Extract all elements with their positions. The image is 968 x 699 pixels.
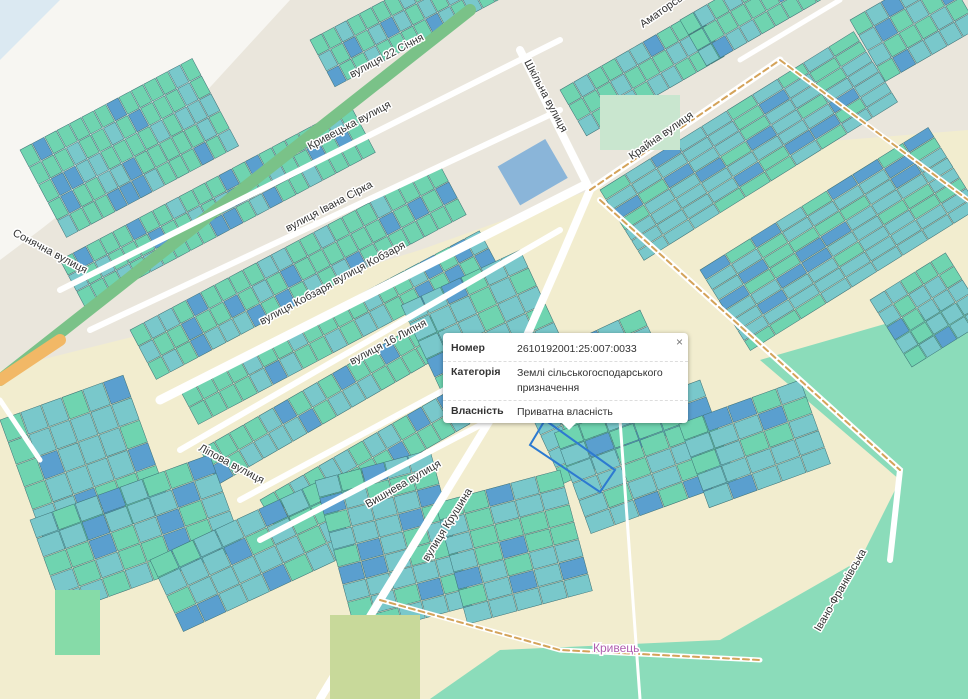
popup-row-ownership: Власність Приватна власність [443,401,688,424]
field-area [55,590,100,655]
popup-label: Категорія [451,366,501,378]
close-icon[interactable]: × [676,335,683,349]
orchard-area [330,615,420,699]
popup-value: Приватна власність [517,406,613,418]
parcel-info-popup: × Номер 2610192001:25:007:0033 Категорія… [443,333,688,423]
popup-value: 2610192001:25:007:0033 [517,343,637,355]
park-area [600,95,680,150]
popup-label: Власність [451,405,504,417]
popup-tip [561,422,577,430]
map-canvas[interactable]: Кривецька вулиця вулиця 22 Січня вулиця … [0,0,968,699]
popup-row-number: Номер 2610192001:25:007:0033 [443,338,688,362]
popup-value: Землі сільськогосподарського призначення [517,367,663,394]
popup-row-category: Категорія Землі сільськогосподарського п… [443,362,688,401]
place-label-kryvets: Кривець [593,641,639,655]
popup-label: Номер [451,342,485,354]
